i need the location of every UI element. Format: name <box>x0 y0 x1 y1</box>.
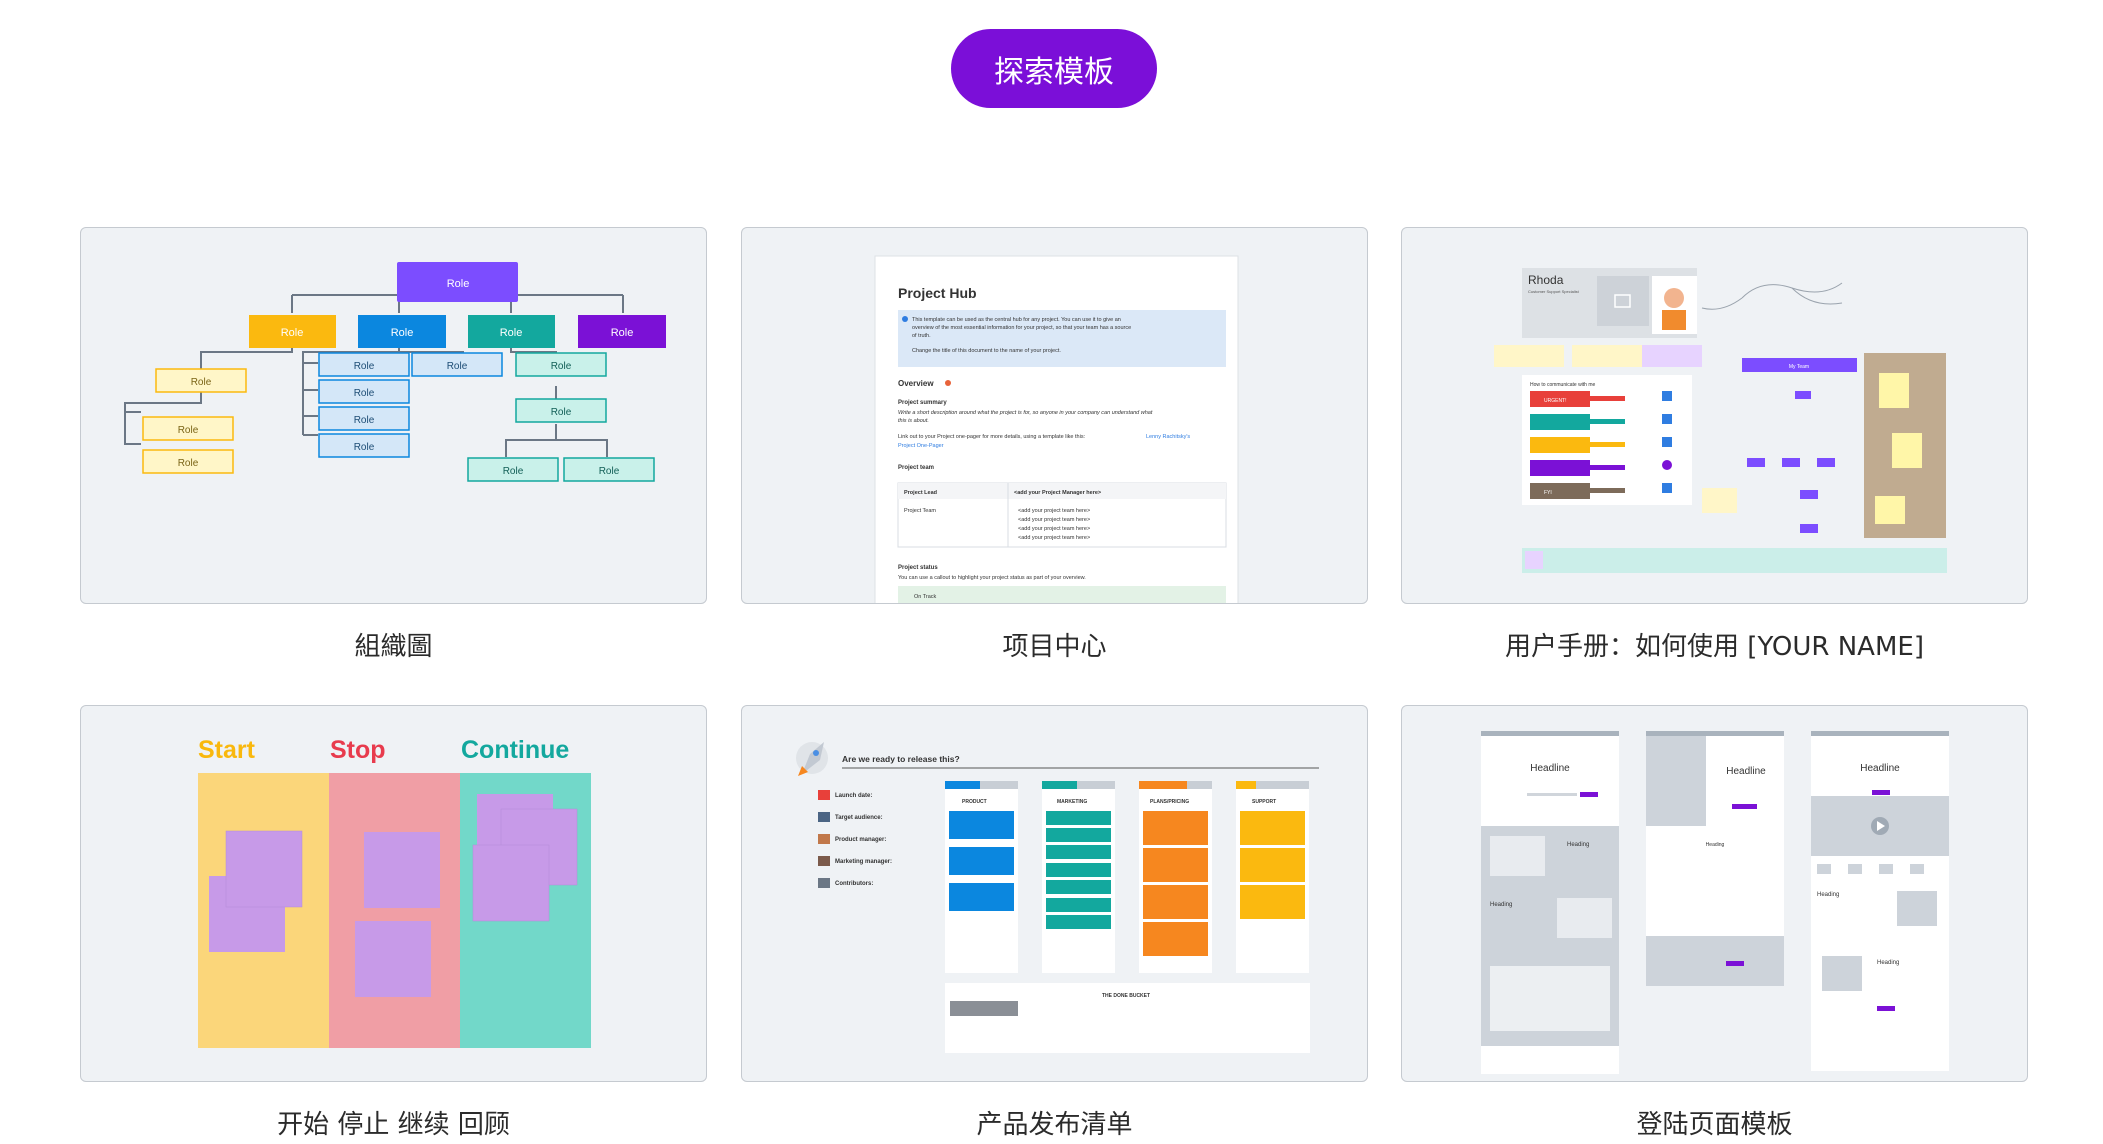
svg-text:Heading: Heading <box>1877 960 1899 966</box>
svg-text:<add your project team here>: <add your project team here> <box>1018 535 1090 541</box>
svg-text:On Track: On Track <box>914 594 937 600</box>
user-manual-preview: Rhoda Customer Support Specialist How to… <box>1494 268 1947 573</box>
svg-text:Continue: Continue <box>461 736 569 764</box>
user-manual-thumbnail: Rhoda Customer Support Specialist How to… <box>1402 228 2027 603</box>
svg-text:Customer Support Specialist: Customer Support Specialist <box>1528 289 1580 294</box>
landing-page-preview: Headline Heading Heading Headline Headin… <box>1481 731 1949 1074</box>
svg-text:Marketing manager:: Marketing manager: <box>835 859 892 865</box>
svg-text:Start: Start <box>198 736 256 764</box>
svg-text:Role: Role <box>500 327 523 339</box>
template-card-start-stop-continue[interactable]: Start Stop Continue <box>80 705 707 1082</box>
svg-text:PRODUCT: PRODUCT <box>962 799 987 805</box>
svg-text:Role: Role <box>551 407 572 418</box>
svg-text:Role: Role <box>281 327 304 339</box>
svg-text:This template can be used as t: This template can be used as the central… <box>912 317 1121 323</box>
template-caption-landing-page: 登陆页面模板 <box>1636 1110 1793 1140</box>
template-caption-product-launch: 产品发布清单 <box>976 1110 1133 1140</box>
explore-templates-button[interactable]: 探索模板 <box>951 29 1157 108</box>
svg-text:Project team: Project team <box>898 465 934 471</box>
svg-text:THE DONE BUCKET: THE DONE BUCKET <box>1102 993 1150 999</box>
svg-text:Link out to your Project one-p: Link out to your Project one-pager for m… <box>898 434 1086 440</box>
template-card-landing-page[interactable]: Headline Heading Heading Headline Headin… <box>1401 705 2028 1082</box>
svg-text:Role: Role <box>178 458 199 469</box>
svg-text:FYI: FYI <box>1544 490 1552 496</box>
svg-text:Are we ready to release this?: Are we ready to release this? <box>842 754 960 764</box>
svg-text:Role: Role <box>447 361 468 372</box>
svg-text:<add your project team here>: <add your project team here> <box>1018 508 1090 514</box>
svg-text:Headline: Headline <box>1530 763 1570 774</box>
template-caption-user-manual: 用户手册：如何使用 [YOUR NAME] <box>1505 632 1924 662</box>
org-chart-thumbnail: Role Role Role Role Role Role Role Role … <box>81 228 706 603</box>
svg-text:Target audience:: Target audience: <box>835 815 883 821</box>
svg-text:Project Hub: Project Hub <box>898 285 977 301</box>
svg-text:Role: Role <box>354 442 375 453</box>
svg-text:this is about.: this is about. <box>898 418 929 424</box>
svg-text:Change the title of this docum: Change the title of this document to the… <box>912 348 1061 354</box>
svg-text:<add your project team here>: <add your project team here> <box>1018 517 1090 523</box>
svg-text:Role: Role <box>611 327 634 339</box>
template-caption-start-stop-continue: 开始 停止 继续 回顾 <box>277 1110 510 1140</box>
svg-text:Overview: Overview <box>898 379 934 388</box>
svg-text:overview of the most essential: overview of the most essential informati… <box>912 325 1131 331</box>
svg-text:Heading: Heading <box>1817 892 1839 898</box>
svg-text:Role: Role <box>551 361 572 372</box>
svg-text:Role: Role <box>354 361 375 372</box>
start-stop-continue-thumbnail: Start Stop Continue <box>81 706 706 1081</box>
svg-text:Role: Role <box>191 377 212 388</box>
project-hub-preview: Project Hub This template can be used as… <box>874 255 1239 603</box>
template-caption-org-chart: 組織圖 <box>354 632 433 662</box>
svg-text:Project Lead: Project Lead <box>904 490 937 496</box>
svg-text:<add your project team here>: <add your project team here> <box>1018 526 1090 532</box>
svg-text:Headline: Headline <box>1726 766 1766 777</box>
svg-text:Role: Role <box>503 466 524 477</box>
template-card-org-chart[interactable]: Role Role Role Role Role Role Role Role … <box>80 227 707 604</box>
svg-text:MARKETING: MARKETING <box>1057 799 1087 805</box>
org-chart-preview: Role Role Role Role Role Role Role Role … <box>124 262 666 482</box>
template-gallery: 探索模板 Role Role Role Role Role Role Role … <box>0 0 2103 1144</box>
svg-text:Project One-Pager: Project One-Pager <box>898 443 944 449</box>
svg-text:My Team: My Team <box>1789 364 1809 370</box>
svg-text:Heading: Heading <box>1490 902 1512 908</box>
svg-text:URGENT!: URGENT! <box>1544 398 1567 404</box>
product-launch-preview: Are we ready to release this? Launch dat… <box>796 742 1319 1053</box>
svg-text:How to communicate with me: How to communicate with me <box>1530 382 1596 388</box>
start-stop-continue-preview: Start Stop Continue <box>198 736 591 1048</box>
product-launch-thumbnail: Are we ready to release this? Launch dat… <box>742 706 1367 1081</box>
template-card-project-hub[interactable]: Project Hub This template can be used as… <box>741 227 1368 604</box>
svg-text:Project summary: Project summary <box>898 400 947 406</box>
svg-text:Role: Role <box>391 327 414 339</box>
svg-text:Project Team: Project Team <box>904 508 936 514</box>
svg-text:of truth.: of truth. <box>912 333 931 339</box>
project-hub-thumbnail: Project Hub This template can be used as… <box>742 228 1367 603</box>
svg-text:PLANS/PRICING: PLANS/PRICING <box>1150 799 1189 805</box>
landing-page-thumbnail: Headline Heading Heading Headline Headin… <box>1402 706 2027 1081</box>
svg-text:Write a short description arou: Write a short description around what th… <box>898 410 1153 416</box>
svg-text:Heading: Heading <box>1567 842 1589 848</box>
svg-text:Headline: Headline <box>1860 763 1900 774</box>
svg-text:Stop: Stop <box>330 736 386 764</box>
svg-text:Contributors:: Contributors: <box>835 881 873 887</box>
svg-text:Role: Role <box>447 278 470 290</box>
svg-text:Launch date:: Launch date: <box>835 793 872 799</box>
svg-text:Lenny Rachitsky's: Lenny Rachitsky's <box>1146 434 1190 440</box>
svg-text:SUPPORT: SUPPORT <box>1252 799 1276 805</box>
svg-text:Role: Role <box>354 388 375 399</box>
svg-text:Heading: Heading <box>1706 842 1725 848</box>
template-card-product-launch[interactable]: Are we ready to release this? Launch dat… <box>741 705 1368 1082</box>
svg-text:Role: Role <box>599 466 620 477</box>
svg-text:Product manager:: Product manager: <box>835 837 886 843</box>
svg-text:You can use a callout to highl: You can use a callout to highlight your … <box>898 575 1086 581</box>
svg-text:<add your Project Manager here: <add your Project Manager here> <box>1014 490 1101 496</box>
svg-text:Project status: Project status <box>898 565 938 571</box>
template-caption-project-hub: 项目中心 <box>1002 632 1107 662</box>
svg-text:Role: Role <box>354 415 375 426</box>
template-card-user-manual[interactable]: Rhoda Customer Support Specialist How to… <box>1401 227 2028 604</box>
svg-text:Rhoda: Rhoda <box>1528 273 1564 287</box>
svg-text:Role: Role <box>178 425 199 436</box>
